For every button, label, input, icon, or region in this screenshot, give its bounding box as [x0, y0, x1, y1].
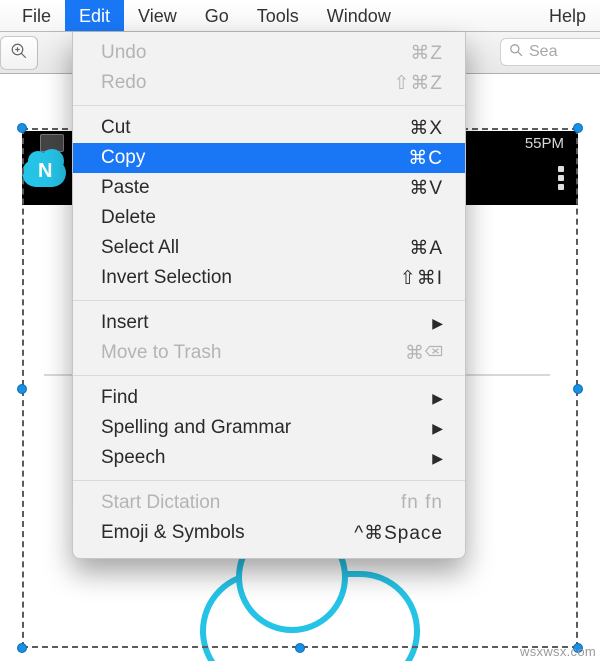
menu-item-start-dictation[interactable]: Start Dictation fn fn [73, 488, 465, 518]
menu-item-label: Move to Trash [101, 342, 405, 364]
menu-go[interactable]: Go [191, 0, 243, 31]
edit-dropdown-menu: Undo ⌘Z Redo ⇧⌘Z Cut ⌘X Copy ⌘C Paste ⌘V… [72, 32, 466, 559]
menu-item-shortcut: ⌘C [408, 147, 443, 170]
menu-item-emoji-symbols[interactable]: Emoji & Symbols ^⌘Space [73, 518, 465, 548]
menu-item-move-to-trash[interactable]: Move to Trash ⌘ [73, 338, 465, 368]
search-icon [509, 43, 523, 62]
menu-item-speech[interactable]: Speech ▶ [73, 443, 465, 473]
menu-item-shortcut: ⇧⌘I [400, 267, 443, 290]
submenu-arrow-icon: ▶ [432, 450, 443, 467]
selection-handle-tl[interactable] [17, 123, 27, 133]
menu-item-shortcut: ⌘ [405, 342, 425, 365]
menu-item-shortcut: ⌘X [409, 117, 443, 140]
menu-view[interactable]: View [124, 0, 191, 31]
menu-item-label: Emoji & Symbols [101, 522, 354, 544]
menu-item-label: Copy [101, 147, 408, 169]
menu-separator [73, 105, 465, 106]
selection-handle-bm[interactable] [295, 643, 305, 653]
menu-separator [73, 375, 465, 376]
submenu-arrow-icon: ▶ [432, 420, 443, 437]
menu-item-label: Undo [101, 42, 410, 64]
menu-item-label: Cut [101, 117, 409, 139]
menu-item-select-all[interactable]: Select All ⌘A [73, 233, 465, 263]
menu-item-label: Start Dictation [101, 492, 401, 514]
menu-help[interactable]: Help [535, 0, 600, 31]
logo-letter: N [38, 160, 52, 183]
backspace-icon [425, 342, 443, 364]
search-placeholder: Sea [529, 43, 557, 61]
selection-handle-bl[interactable] [17, 643, 27, 653]
menu-item-delete[interactable]: Delete [73, 203, 465, 233]
magnifier-plus-icon [10, 42, 28, 65]
menu-item-label: Invert Selection [101, 267, 400, 289]
menu-item-label: Select All [101, 237, 409, 259]
menu-separator [73, 480, 465, 481]
menu-item-shortcut: ⌘Z [410, 42, 443, 65]
menu-item-label: Paste [101, 177, 409, 199]
menu-item-paste[interactable]: Paste ⌘V [73, 173, 465, 203]
menu-window[interactable]: Window [313, 0, 405, 31]
menu-item-invert-selection[interactable]: Invert Selection ⇧⌘I [73, 263, 465, 293]
menu-item-spelling-grammar[interactable]: Spelling and Grammar ▶ [73, 413, 465, 443]
menu-item-label: Delete [101, 207, 443, 229]
watermark-text: wsxwsx.com [520, 644, 596, 659]
search-input[interactable]: Sea [500, 38, 600, 66]
submenu-arrow-icon: ▶ [432, 390, 443, 407]
menu-item-label: Find [101, 387, 424, 409]
menu-item-copy[interactable]: Copy ⌘C [73, 143, 465, 173]
selection-handle-tr[interactable] [573, 123, 583, 133]
menu-file[interactable]: File [8, 0, 65, 31]
menu-bar: File Edit View Go Tools Window Help [0, 0, 600, 32]
menu-item-insert[interactable]: Insert ▶ [73, 308, 465, 338]
menu-item-cut[interactable]: Cut ⌘X [73, 113, 465, 143]
menu-item-shortcut: ^⌘Space [354, 522, 443, 545]
submenu-arrow-icon: ▶ [432, 315, 443, 332]
menu-item-undo[interactable]: Undo ⌘Z [73, 38, 465, 68]
menu-item-shortcut: fn fn [401, 492, 443, 514]
menu-item-label: Speech [101, 447, 424, 469]
menu-item-shortcut: ⌘V [409, 177, 443, 200]
menu-item-find[interactable]: Find ▶ [73, 383, 465, 413]
menu-item-label: Insert [101, 312, 424, 334]
menu-tools[interactable]: Tools [243, 0, 313, 31]
selection-handle-ml[interactable] [17, 384, 27, 394]
menu-item-shortcut: ⌘A [409, 237, 443, 260]
selection-handle-mr[interactable] [573, 384, 583, 394]
menu-edit[interactable]: Edit [65, 0, 124, 31]
zoom-tool-button[interactable] [0, 36, 38, 70]
menu-item-label: Spelling and Grammar [101, 417, 424, 439]
menu-item-label: Redo [101, 72, 393, 94]
menu-item-redo[interactable]: Redo ⇧⌘Z [73, 68, 465, 98]
menu-separator [73, 300, 465, 301]
menu-item-shortcut: ⇧⌘Z [393, 72, 443, 95]
